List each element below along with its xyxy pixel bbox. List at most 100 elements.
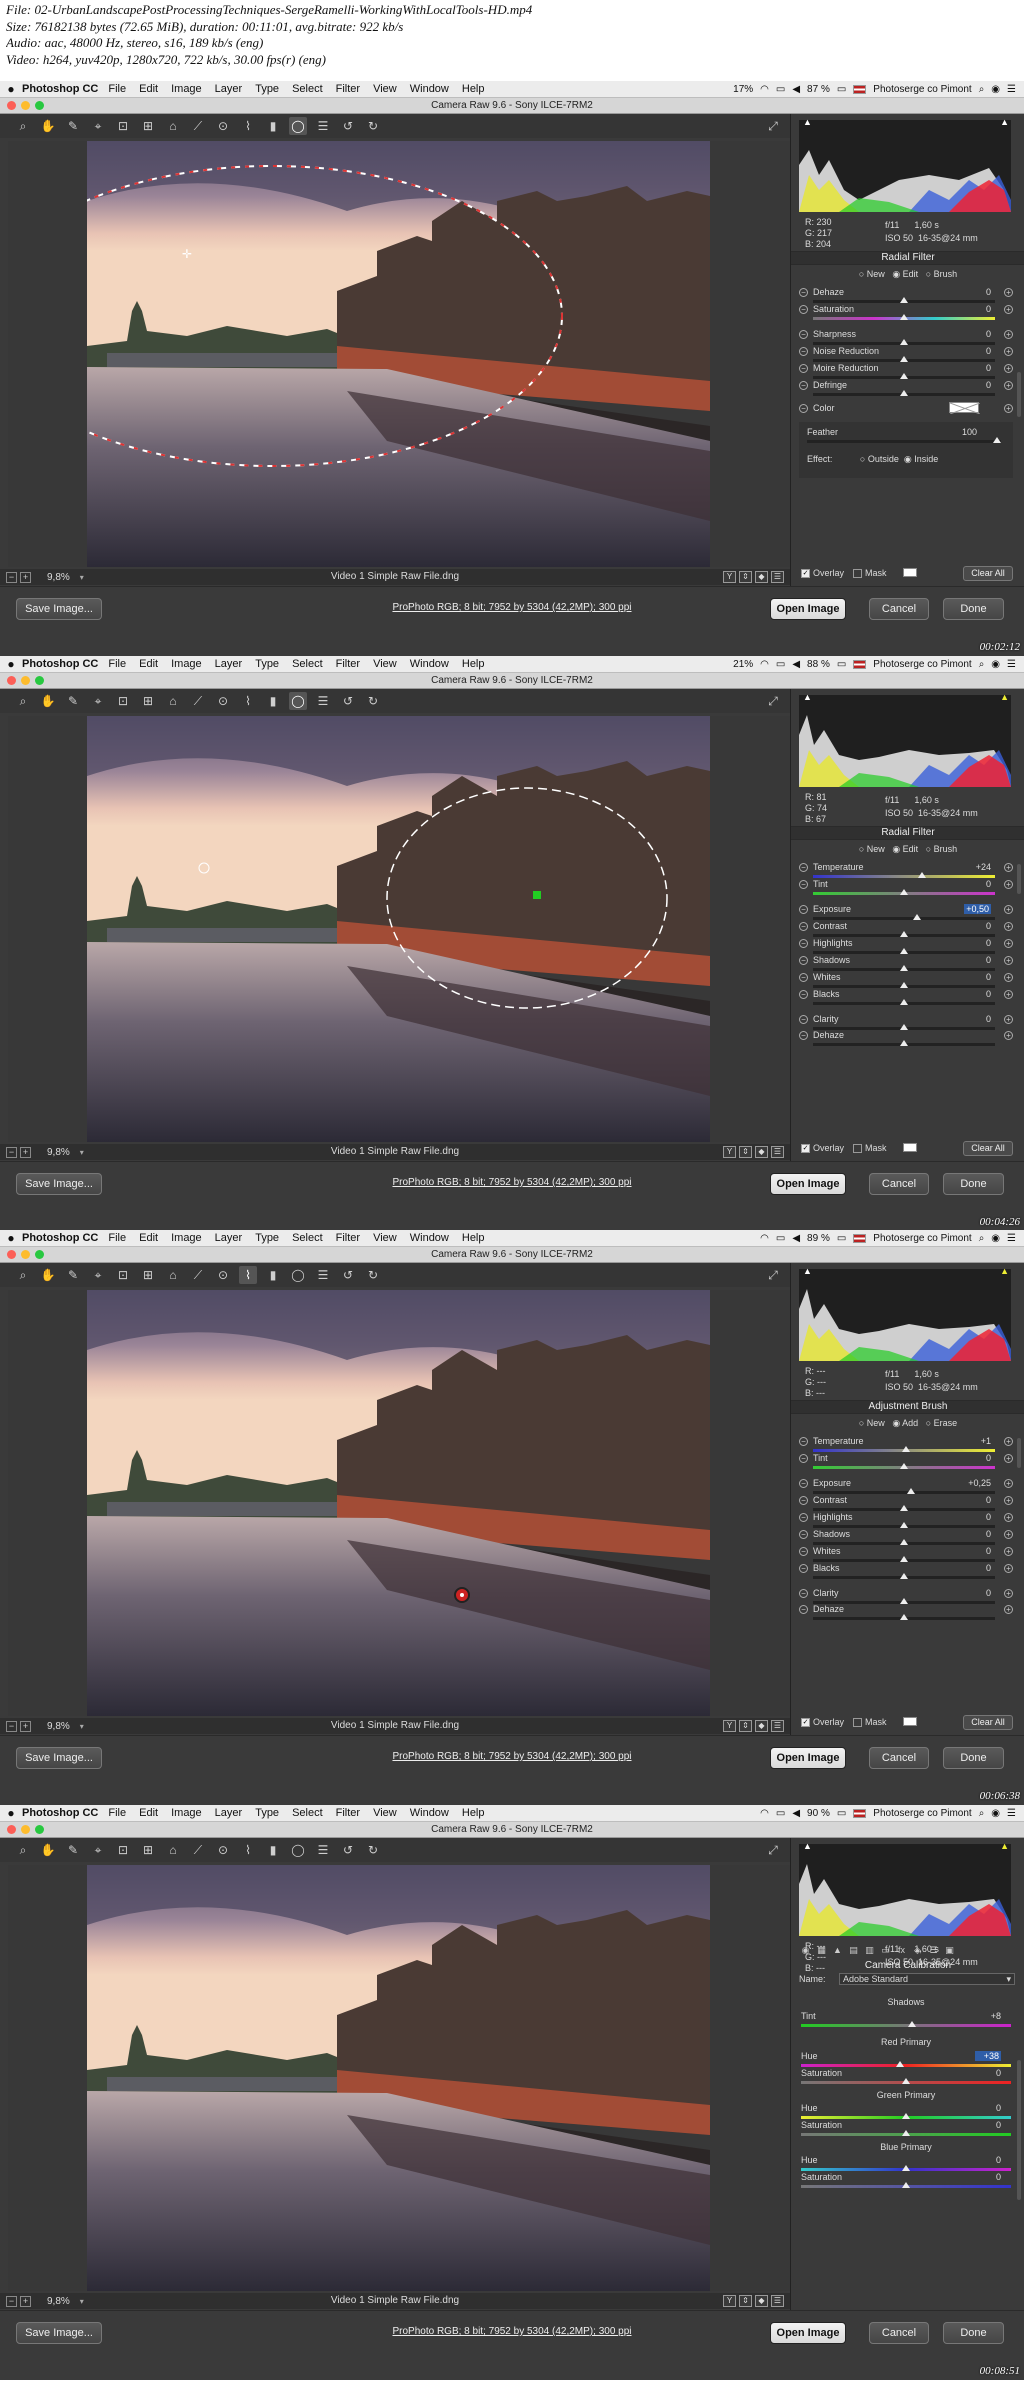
slider-value[interactable]: 0 (965, 938, 991, 948)
plus-icon[interactable]: + (1004, 1015, 1013, 1024)
hand-icon[interactable]: ✋ (39, 117, 57, 135)
rotate-right-icon[interactable]: ↻ (364, 1266, 382, 1284)
menu-item[interactable]: Layer (215, 658, 243, 670)
plus-icon[interactable]: + (1004, 1437, 1013, 1446)
minus-icon[interactable]: − (799, 347, 808, 356)
minimize-icon[interactable] (21, 676, 30, 685)
slider-value[interactable]: 0 (965, 879, 991, 889)
battery-icon[interactable]: ▭ (837, 1233, 846, 1244)
minus-icon[interactable]: − (799, 1547, 808, 1556)
siri-icon[interactable]: ◉ (991, 84, 1000, 95)
fullscreen-icon[interactable]: ⤢ (764, 692, 782, 710)
minimize-icon[interactable] (21, 1825, 30, 1834)
siri-icon[interactable]: ◉ (991, 659, 1000, 670)
plus-icon[interactable]: + (1004, 347, 1013, 356)
calibration-slider[interactable]: Saturation 0 (799, 2171, 1013, 2191)
menu-list-icon[interactable]: ☰ (1007, 659, 1016, 670)
plus-icon[interactable]: + (1004, 1564, 1013, 1573)
slider-thumb[interactable] (900, 1573, 908, 1579)
plus-icon[interactable]: + (1004, 1031, 1013, 1040)
slider-value[interactable]: 0 (965, 972, 991, 982)
menu-item[interactable]: Window (410, 83, 449, 95)
done-button[interactable]: Done (943, 598, 1004, 620)
fullscreen-icon[interactable]: ⤢ (764, 1266, 782, 1284)
open-image-button[interactable]: Open Image (770, 2322, 846, 2344)
slider-thumb[interactable] (900, 390, 908, 396)
image-canvas[interactable] (8, 716, 790, 1142)
spot-removal-icon[interactable]: ⟋ (189, 1841, 207, 1859)
minus-icon[interactable]: − (799, 404, 808, 413)
minus-icon[interactable]: − (799, 305, 808, 314)
radial-filter-icon[interactable]: ◯ (289, 1841, 307, 1859)
rotate-left-icon[interactable]: ↺ (339, 692, 357, 710)
tab-presets-icon[interactable]: ☰ (927, 1944, 940, 1957)
menu-item[interactable]: File (108, 83, 126, 95)
wifi-icon[interactable]: ◠ (760, 1808, 769, 1819)
menu-item[interactable]: Layer (215, 1232, 243, 1244)
minus-icon[interactable]: − (799, 1564, 808, 1573)
clear-all-button[interactable]: Clear All (963, 1141, 1013, 1156)
straighten-icon[interactable]: ⊞ (139, 1266, 157, 1284)
fullscreen-icon[interactable]: ⤢ (764, 1841, 782, 1859)
slider-value[interactable]: 0 (965, 1453, 991, 1463)
tab-effects-icon[interactable]: fx (895, 1944, 908, 1957)
plus-icon[interactable]: + (1004, 922, 1013, 931)
done-button[interactable]: Done (943, 1173, 1004, 1195)
menu-item[interactable]: Help (462, 83, 485, 95)
slider-value[interactable]: +24 (965, 862, 991, 872)
zoom-icon[interactable]: ⌕ (14, 117, 32, 135)
preview-toggle-icon[interactable]: ☰ (771, 1146, 784, 1158)
menu-item[interactable]: Filter (336, 1232, 360, 1244)
presets-icon[interactable]: ☰ (314, 1841, 332, 1859)
slider-value[interactable]: 0 (965, 1529, 991, 1539)
menu-list-icon[interactable]: ☰ (1007, 84, 1016, 95)
panel-scrollbar[interactable] (1017, 372, 1021, 417)
tab-lens-icon[interactable]: ▭ (879, 1944, 892, 1957)
minus-icon[interactable]: − (799, 364, 808, 373)
menu-item[interactable]: Image (171, 1807, 202, 1819)
flag-icon[interactable] (853, 1233, 867, 1243)
graduated-filter-icon[interactable]: ▮ (264, 117, 282, 135)
zoom-icon[interactable] (35, 1250, 44, 1259)
cancel-button[interactable]: Cancel (869, 1747, 929, 1769)
slider-saturation[interactable]: − Saturation 0 + (799, 303, 1013, 323)
mode-brush[interactable]: ○ Brush (926, 844, 957, 854)
slider-feather[interactable]: Feather 100 (807, 426, 1007, 446)
flag-icon[interactable] (853, 1808, 867, 1818)
plus-icon[interactable]: + (1004, 381, 1013, 390)
radial-filter-icon[interactable]: ◯ (289, 117, 307, 135)
app-name[interactable]: Photoshop CC (22, 658, 98, 670)
search-icon[interactable]: ⌕ (979, 1233, 985, 1244)
app-name[interactable]: Photoshop CC (22, 1232, 98, 1244)
slider-thumb[interactable] (900, 1040, 908, 1046)
tab-split-toning-icon[interactable]: ▥ (863, 1944, 876, 1957)
before-after-icon[interactable]: Y (723, 1146, 736, 1158)
slider-value[interactable]: 0 (965, 346, 991, 356)
presets-icon[interactable]: ☰ (314, 1266, 332, 1284)
plus-icon[interactable]: + (1004, 939, 1013, 948)
wifi-icon[interactable]: ◠ (760, 84, 769, 95)
slider-value[interactable]: 0 (965, 1588, 991, 1598)
minus-icon[interactable]: − (799, 1015, 808, 1024)
minus-icon[interactable]: − (799, 381, 808, 390)
menu-item[interactable]: Edit (139, 658, 158, 670)
copy-settings-icon[interactable]: ◆ (755, 1720, 768, 1732)
menu-item[interactable]: Select (292, 658, 323, 670)
menu-item[interactable]: Select (292, 1807, 323, 1819)
effect-outside[interactable]: ○ Outside (860, 454, 899, 464)
rotate-left-icon[interactable]: ↺ (339, 1841, 357, 1859)
highlight-clipping-icon[interactable]: ▲ (1000, 1841, 1009, 1851)
menu-item[interactable]: Image (171, 1232, 202, 1244)
mask-checkbox[interactable]: Mask (853, 1143, 887, 1154)
volume-icon[interactable]: ◀ (792, 659, 800, 670)
calibration-slider[interactable]: Saturation 0 (799, 2067, 1013, 2087)
swap-icon[interactable]: ⇕ (739, 1146, 752, 1158)
adjustment-brush-icon[interactable]: ⌇ (239, 117, 257, 135)
zoom-icon[interactable] (35, 1825, 44, 1834)
slider-value[interactable]: +0,25 (965, 1478, 991, 1488)
tab-tone-curve-icon[interactable]: ▦ (815, 1944, 828, 1957)
hand-icon[interactable]: ✋ (39, 1266, 57, 1284)
wifi-icon[interactable]: ◠ (760, 659, 769, 670)
clear-all-button[interactable]: Clear All (963, 566, 1013, 581)
menu-item[interactable]: Help (462, 1807, 485, 1819)
